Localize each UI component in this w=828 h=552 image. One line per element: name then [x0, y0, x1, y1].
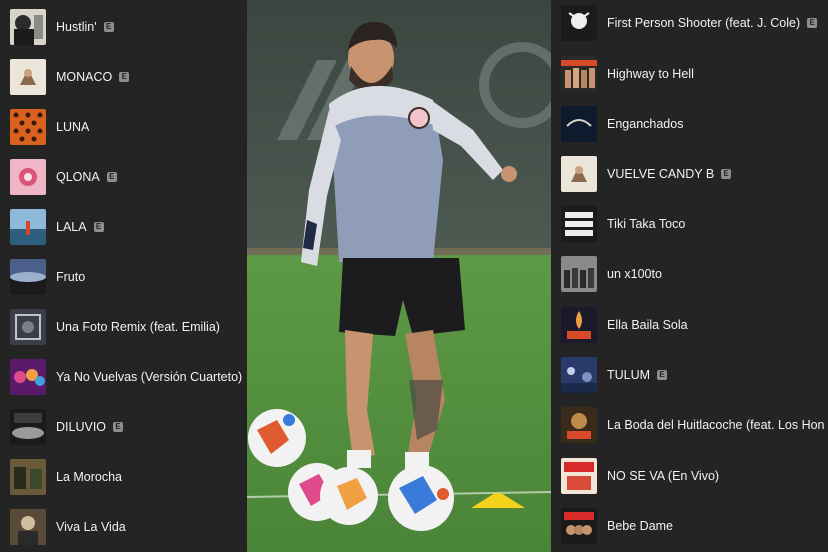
album-art	[561, 206, 597, 242]
track-row[interactable]: Bebe Dame	[551, 501, 828, 551]
track-title: Ya No Vuelvas (Versión Cuarteto)	[56, 370, 243, 384]
track-title: Ella Baila Sola	[607, 318, 688, 332]
track-row[interactable]: Ella Baila Sola	[551, 300, 828, 350]
track-title: First Person Shooter (feat. J. Cole)	[607, 16, 801, 30]
track-row[interactable]: NO SE VA (En Vivo)	[551, 451, 828, 501]
track-title: VUELVE CANDY B	[607, 167, 715, 181]
album-art	[10, 459, 46, 495]
track-row[interactable]: Viva La Vida	[0, 502, 247, 552]
track-title: Enganchados	[607, 117, 684, 131]
album-art	[10, 409, 46, 445]
track-row[interactable]: Ya No Vuelvas (Versión Cuarteto)	[0, 352, 247, 402]
track-title: Fruto	[56, 270, 86, 284]
track-row[interactable]: Una Foto Remix (feat. Emilia)	[0, 302, 247, 352]
explicit-badge: E	[93, 222, 104, 232]
explicit-badge: E	[119, 72, 130, 82]
album-art	[10, 509, 46, 545]
left-track-list: Hustlin' E MONACO E LUNA QLONA E LALA E …	[0, 0, 247, 552]
album-art	[10, 259, 46, 295]
track-row[interactable]: Enganchados	[551, 99, 828, 149]
track-title: DILUVIO	[56, 420, 107, 434]
album-art	[10, 9, 46, 45]
track-row[interactable]: VUELVE CANDY B E	[551, 149, 828, 199]
album-art	[561, 56, 597, 92]
track-title: Bebe Dame	[607, 519, 674, 533]
track-title: un x100to	[607, 267, 662, 281]
album-art	[561, 5, 597, 41]
track-title: Tiki Taka Toco	[607, 217, 686, 231]
album-art	[10, 359, 46, 395]
explicit-badge: E	[113, 422, 124, 432]
track-row[interactable]: LUNA	[0, 102, 247, 152]
explicit-badge: E	[657, 370, 668, 380]
track-title: QLONA	[56, 170, 100, 184]
track-row[interactable]: La Morocha	[0, 452, 247, 502]
track-title: MONACO	[56, 70, 113, 84]
explicit-badge: E	[721, 169, 732, 179]
track-row[interactable]: First Person Shooter (feat. J. Cole) E	[551, 0, 828, 48]
album-art	[10, 309, 46, 345]
explicit-badge: E	[807, 18, 818, 28]
explicit-badge: E	[106, 172, 117, 182]
album-art	[10, 209, 46, 245]
album-art	[561, 508, 597, 544]
track-title: Viva La Vida	[56, 520, 126, 534]
track-title: La Morocha	[56, 470, 123, 484]
album-art	[561, 407, 597, 443]
track-row[interactable]: un x100to	[551, 249, 828, 299]
album-art	[561, 458, 597, 494]
track-row[interactable]: Highway to Hell	[551, 49, 828, 99]
track-row[interactable]: La Boda del Huitlacoche (feat. Los Hon	[551, 400, 828, 450]
track-row[interactable]: Fruto	[0, 252, 247, 302]
album-art	[561, 307, 597, 343]
track-row[interactable]: TULUM E	[551, 350, 828, 400]
track-title: TULUM	[607, 368, 651, 382]
album-art	[561, 256, 597, 292]
track-title: La Boda del Huitlacoche (feat. Los Hon	[607, 418, 825, 432]
track-title: NO SE VA (En Vivo)	[607, 469, 720, 483]
track-row[interactable]: MONACO E	[0, 52, 247, 102]
track-row[interactable]: DILUVIO E	[0, 402, 247, 452]
explicit-badge: E	[103, 22, 114, 32]
track-title: Hustlin'	[56, 20, 97, 34]
album-art	[561, 156, 597, 192]
training-photo	[247, 0, 551, 552]
album-art	[10, 109, 46, 145]
track-title: Una Foto Remix (feat. Emilia)	[56, 320, 220, 334]
track-title: LALA	[56, 220, 87, 234]
album-art	[10, 59, 46, 95]
album-art	[10, 159, 46, 195]
track-row[interactable]: Tiki Taka Toco	[551, 199, 828, 249]
track-title: Highway to Hell	[607, 67, 694, 81]
track-row[interactable]: Hustlin' E	[0, 2, 247, 52]
album-art	[561, 106, 597, 142]
track-title: LUNA	[56, 120, 90, 134]
track-row[interactable]: LALA E	[0, 202, 247, 252]
right-track-list: First Person Shooter (feat. J. Cole) E H…	[551, 0, 828, 552]
album-art	[561, 357, 597, 393]
track-row[interactable]: QLONA E	[0, 152, 247, 202]
